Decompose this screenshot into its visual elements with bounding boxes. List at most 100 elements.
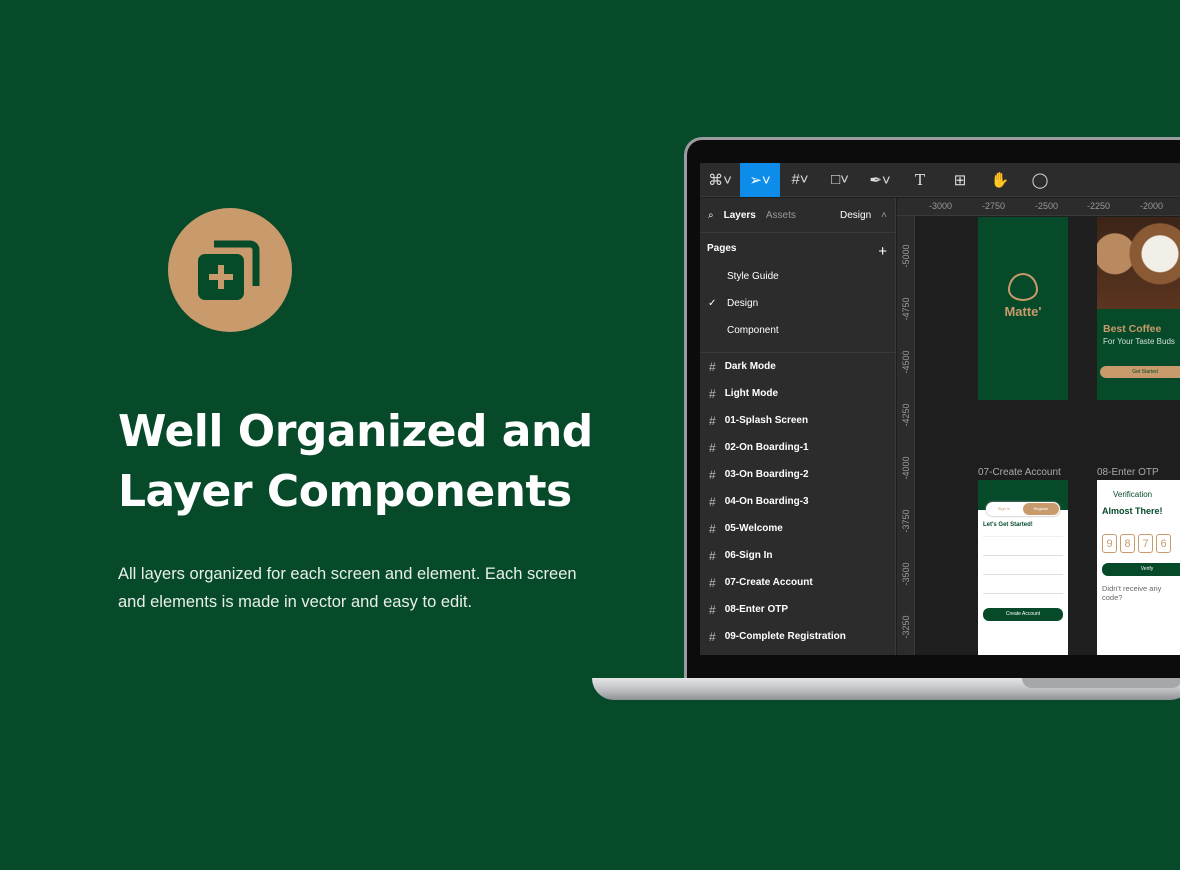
figma-window: ⌘˅ ➢˅ #˅ □˅ ✒˅ T ⊞ ✋ ◯ ⌕ Layers Assets D… [700,163,1180,655]
otp-digit[interactable]: 9 [1102,534,1117,553]
enter-otp-frame[interactable]: Verification Almost There! 9876 Verify D… [1097,480,1180,655]
tab-sign-in[interactable]: Sign In [986,502,1022,516]
pages-title: Pages [707,243,737,254]
ruler-tick: -2500 [1035,201,1059,211]
ruler-tick: -3000 [929,201,953,211]
page-label: Component [727,325,779,336]
otp-digit[interactable]: 7 [1138,534,1153,553]
page-style-guide[interactable]: Style Guide [700,263,895,290]
page-design[interactable]: ✓ Design [700,290,895,317]
add-page-icon[interactable]: + [878,243,887,263]
otp-digit[interactable]: 8 [1120,534,1135,553]
frame-icon: # [709,359,716,374]
ruler-tick: -3250 [901,615,911,639]
frame-icon: # [709,602,716,617]
figma-menu-icon[interactable]: ⌘˅ [700,163,740,197]
add-layer-icon [168,208,292,332]
frame-tool-icon[interactable]: #˅ [780,163,820,197]
frame-icon: # [709,629,716,644]
frame-icon: # [709,521,716,536]
layer-label: 06-Sign In [724,550,773,561]
chevron-up-icon[interactable]: ˄ [881,210,887,221]
ruler-tick: -4500 [901,350,911,374]
ruler-tick: -4250 [901,403,911,427]
resend-text: Didn't receive any code? [1102,584,1162,602]
layer-item[interactable]: #01-Splash Screen [700,407,895,434]
vertical-ruler: -5000 -4750 -4500 -4250 -4000 -3750 -350… [897,216,915,655]
otp-digit[interactable]: 6 [1156,534,1171,553]
splash-frame[interactable]: Matte' [978,217,1068,400]
tab-design[interactable]: Design [840,210,871,221]
layer-item[interactable]: #08-Enter OTP [700,596,895,623]
comment-tool-icon[interactable]: ◯ [1020,163,1060,197]
frame-icon: # [709,548,716,563]
hero-description: All layers organized for each screen and… [118,565,577,611]
layer-item[interactable]: #05-Welcome [700,515,895,542]
layer-item[interactable]: #04-On Boarding-3 [700,488,895,515]
layer-label: 07-Create Account [724,577,813,588]
layer-label: 08-Enter OTP [724,604,789,615]
components-tool-icon[interactable]: ⊞ [940,163,980,197]
layer-item[interactable]: #07-Create Account [700,569,895,596]
frame-icon: # [709,440,716,455]
frame-label: 08-Enter OTP [1097,467,1159,478]
brand-name: Matte' [1004,304,1042,319]
page-component[interactable]: Component [700,317,895,344]
frame-label: 07-Create Account [978,467,1061,478]
layer-item[interactable]: #06-Sign In [700,542,895,569]
create-account-button[interactable]: Create Account [983,608,1063,621]
layer-label: Dark Mode [724,361,776,372]
layer-label: 09-Complete Registration [724,631,846,642]
search-icon[interactable]: ⌕ [708,210,714,221]
ruler-tick: -4000 [901,456,911,480]
hero-title: Well Organized and Layer Components [118,406,593,517]
layer-item[interactable]: #03-On Boarding-2 [700,461,895,488]
otp-heading: Almost There! [1102,506,1163,516]
frame-icon: # [709,575,716,590]
ruler-tick: -3750 [901,509,911,533]
frame-icon: # [709,494,716,509]
tab-register[interactable]: Register [1023,503,1059,515]
layer-label: 03-On Boarding-2 [724,469,809,480]
get-started-button[interactable]: Get Started [1100,366,1180,378]
layer-item[interactable]: #09-Complete Registration [700,623,895,650]
coffee-bean-logo-icon [1008,273,1038,301]
layer-label: 05-Welcome [724,523,783,534]
verify-button[interactable]: Verify [1102,563,1180,576]
tab-layers[interactable]: Layers [724,210,756,221]
layer-label: 01-Splash Screen [724,415,809,426]
ruler-tick: -3500 [901,562,911,586]
pen-tool-icon[interactable]: ✒˅ [860,163,900,197]
hand-tool-icon[interactable]: ✋ [980,163,1020,197]
layer-item[interactable]: # Dark Mode [700,353,895,380]
ruler-tick: -2750 [982,201,1006,211]
verification-header: Verification [1113,490,1153,499]
text-tool-icon[interactable]: T [900,163,940,197]
coffee-image [1097,217,1180,309]
ruler-tick: -5000 [901,244,911,268]
tab-assets[interactable]: Assets [766,210,796,221]
layer-label: 02-On Boarding-1 [724,442,809,453]
layer-item[interactable]: #02-On Boarding-1 [700,434,895,461]
onboarding-frame[interactable]: Best Coffee For Your Taste Buds Get Star… [1097,217,1180,400]
layer-item[interactable]: # Light Mode [700,380,895,407]
layers-panel: ⌕ Layers Assets Design ˄ Pages + Style Gui… [700,198,896,655]
ruler-tick: -2000 [1140,201,1164,211]
onboarding-subtitle: For Your Taste Buds [1103,337,1175,346]
page-label: Style Guide [727,271,779,282]
onboarding-title: Best Coffee [1103,323,1162,335]
page-label: Design [727,298,759,309]
frame-icon: # [709,386,716,401]
rectangle-tool-icon[interactable]: □˅ [820,163,860,197]
ruler-tick: -4750 [901,297,911,321]
toolbar: ⌘˅ ➢˅ #˅ □˅ ✒˅ T ⊞ ✋ ◯ [700,163,1180,197]
check-icon: ✓ [708,298,717,309]
frame-icon: # [709,467,716,482]
layer-label: Light Mode [724,388,779,399]
create-heading: Let's Get Started! [983,522,1033,528]
create-account-frame[interactable]: Sign In Register Let's Get Started! Crea… [978,480,1068,655]
layer-label: 04-On Boarding-3 [724,496,809,507]
move-tool-icon[interactable]: ➢˅ [740,163,780,197]
laptop-notch [1022,678,1180,688]
frame-icon: # [709,413,716,428]
